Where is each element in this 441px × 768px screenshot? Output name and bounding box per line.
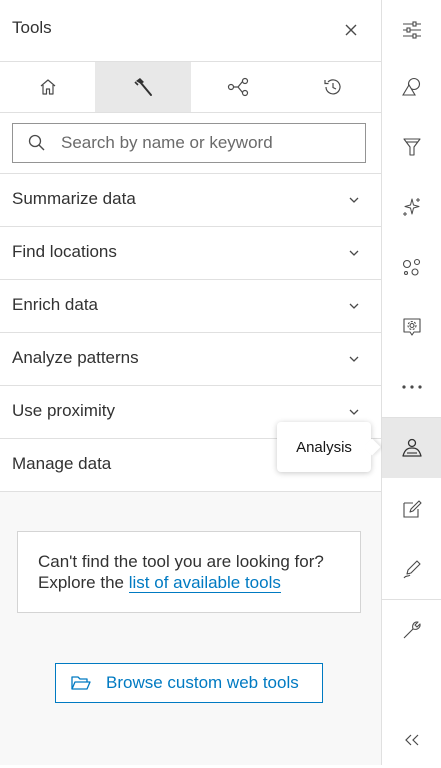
sketch-icon (403, 560, 421, 579)
panel-title: Tools (12, 18, 52, 37)
action-more[interactable] (382, 357, 441, 417)
action-analysis[interactable] (382, 418, 441, 478)
available-tools-link[interactable]: list of available tools (128, 573, 281, 593)
category-summarize-data[interactable]: Summarize data (0, 174, 381, 227)
analysis-tooltip: Analysis (277, 422, 371, 472)
tab-history[interactable] (286, 62, 381, 112)
folder-open-icon (56, 674, 106, 692)
home-icon (40, 79, 56, 95)
more-icon (401, 385, 422, 389)
close-button[interactable] (339, 18, 363, 42)
search-area (0, 113, 381, 174)
tool-notice: Can't find the tool you are looking for?… (17, 531, 361, 613)
category-label: Summarize data (12, 189, 136, 208)
category-label: Enrich data (12, 295, 98, 314)
tab-tools[interactable] (95, 62, 191, 112)
wrench-icon (403, 621, 421, 639)
notice-text: Can't find the tool you are looking for?… (38, 551, 348, 593)
action-edit[interactable] (382, 479, 441, 539)
action-styles[interactable] (382, 57, 441, 117)
action-properties[interactable] (382, 0, 441, 60)
analysis-icon (401, 438, 422, 457)
nodes-icon (402, 258, 420, 276)
chevron-down-icon (349, 250, 359, 256)
chevron-down-icon (349, 197, 359, 203)
filter-icon (402, 138, 421, 156)
category-label: Find locations (12, 242, 117, 261)
tab-workflow[interactable] (191, 62, 286, 112)
panel-header: Tools (0, 0, 381, 62)
chevron-down-icon (349, 303, 359, 309)
browse-custom-tools-button[interactable]: Browse custom web tools (55, 663, 323, 703)
category-analyze-patterns[interactable]: Analyze patterns (0, 333, 381, 386)
tools-panel: Tools Search by name or keyword Summariz… (0, 0, 382, 765)
action-filter[interactable] (382, 117, 441, 177)
browse-button-label: Browse custom web tools (106, 673, 299, 692)
search-icon (13, 133, 61, 153)
search-box[interactable] (12, 123, 366, 163)
category-label: Use proximity (12, 401, 115, 420)
sparkles-icon (402, 198, 420, 216)
category-find-locations[interactable]: Find locations (0, 227, 381, 280)
tooltip-text: Analysis (296, 438, 352, 456)
action-utilities[interactable] (382, 600, 441, 660)
action-configure-popups[interactable] (382, 297, 441, 357)
action-effects[interactable] (382, 177, 441, 237)
config-popup-icon (402, 318, 421, 336)
chevron-down-icon (349, 356, 359, 362)
category-label: Manage data (12, 454, 112, 473)
tab-home[interactable] (0, 62, 95, 112)
action-clustering[interactable] (382, 237, 441, 297)
chevron-down-icon (349, 409, 359, 415)
category-enrich-data[interactable]: Enrich data (0, 280, 381, 333)
edit-icon (402, 500, 422, 518)
action-bar (382, 0, 441, 765)
workflow-icon (228, 77, 249, 97)
action-collapse[interactable] (382, 712, 441, 768)
sliders-icon (402, 21, 421, 39)
hammer-icon (134, 78, 152, 96)
collapse-icon (404, 734, 418, 746)
search-input[interactable] (61, 133, 351, 153)
action-sketch[interactable] (382, 539, 441, 599)
category-label: Analyze patterns (12, 348, 139, 367)
close-icon (345, 24, 357, 36)
history-icon (324, 79, 341, 95)
shapes-icon (401, 77, 420, 96)
tool-tabs (0, 62, 381, 113)
